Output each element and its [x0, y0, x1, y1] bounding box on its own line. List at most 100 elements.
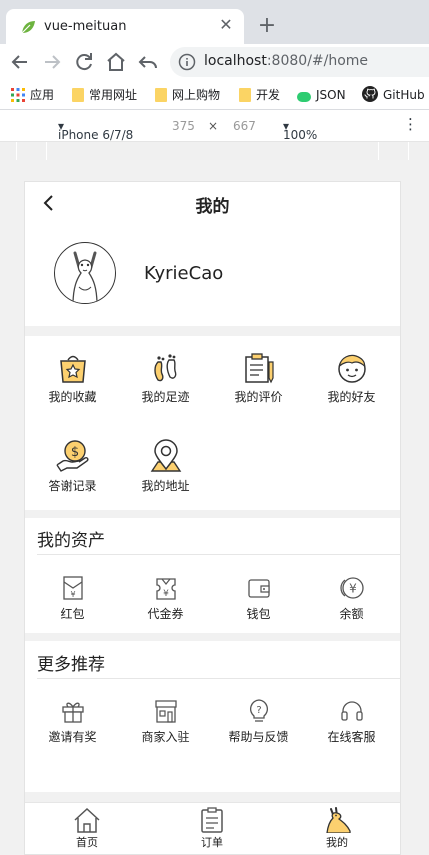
zoom-select[interactable]: 100% ▾: [283, 119, 317, 142]
folder-icon: [155, 88, 167, 102]
bookmark-label: 网上购物: [172, 88, 221, 102]
section-separator: [25, 633, 400, 641]
bookmark-folder-shopping[interactable]: 网上购物: [155, 86, 220, 104]
page-title: 我的: [195, 197, 230, 217]
shortcut-label: 我的好友: [327, 390, 376, 404]
leaf-favicon-icon: [21, 21, 35, 34]
location-pin-icon: [150, 439, 181, 472]
info-icon[interactable]: [178, 53, 196, 71]
bookmark-json[interactable]: JSON: [297, 86, 346, 104]
balance-coin-icon: ¥: [339, 577, 364, 599]
shop-icon: [154, 700, 177, 723]
section-separator: [25, 792, 400, 802]
shortcut-footprints[interactable]: 我的足迹: [119, 352, 212, 405]
close-tab-icon[interactable]: ✕: [216, 15, 236, 35]
device-name: iPhone 6/7/8: [58, 128, 134, 142]
more-options-icon[interactable]: ⋮: [403, 115, 418, 133]
assets-section-title: 我的资产: [37, 531, 105, 551]
asset-label: 代金券: [147, 607, 184, 621]
help-bulb-icon: ?: [249, 699, 268, 722]
headset-icon: [340, 701, 363, 721]
address-bar[interactable]: localhost:8080/#/home: [170, 47, 429, 77]
height-input[interactable]: 667: [233, 119, 256, 133]
footprints-icon: [153, 354, 176, 382]
asset-label: 红包: [60, 607, 85, 621]
undo-icon[interactable]: [136, 50, 160, 74]
asset-balance[interactable]: ¥ 余额: [305, 575, 398, 622]
bookmark-label: 开发: [256, 88, 281, 102]
url-path: :8080/#/home: [266, 53, 369, 69]
friend-face-icon: [337, 354, 366, 383]
bookmark-folder-common[interactable]: 常用网址: [72, 86, 137, 104]
bookmark-github[interactable]: GitHub: [362, 86, 425, 104]
page-header: 我的: [25, 182, 400, 226]
username: KyrieCao: [144, 263, 224, 284]
zoom-value: 100%: [283, 128, 318, 142]
tab-home[interactable]: 首页: [57, 807, 117, 850]
asset-red-envelope[interactable]: ¥ 红包: [26, 575, 119, 622]
tab-label: 首页: [76, 836, 98, 849]
profile-section[interactable]: KyrieCao: [25, 226, 400, 326]
avatar[interactable]: [54, 242, 116, 304]
shortcut-label: 我的收藏: [48, 390, 97, 404]
svg-text:¥: ¥: [349, 582, 357, 596]
bookmark-apps[interactable]: 应用: [11, 86, 54, 104]
shortcut-address[interactable]: 我的地址: [119, 439, 212, 494]
mobile-page: 我的 KyrieCao 我的收藏 我的足迹 我的评价 我的好友 $ 答谢记录 我…: [24, 181, 401, 855]
red-envelope-icon: ¥: [62, 576, 83, 600]
asset-label: 余额: [339, 607, 364, 621]
voucher-icon: ¥: [155, 578, 176, 600]
shortcut-reviews[interactable]: 我的评价: [212, 352, 305, 405]
browser-tabstrip: vue-meituan ✕ +: [0, 0, 429, 44]
svg-text:¥: ¥: [70, 590, 75, 599]
bookmark-label: 应用: [30, 88, 55, 102]
browser-tab[interactable]: vue-meituan ✕: [6, 9, 244, 44]
asset-wallet[interactable]: 钱包: [212, 575, 305, 622]
tab-label: 订单: [201, 836, 223, 849]
tab-mine[interactable]: 我的: [307, 807, 367, 850]
bookmarks-bar: 应用 常用网址 网上购物 开发 JSON GitHub: [0, 80, 429, 110]
forward-arrow-icon[interactable]: [40, 50, 64, 74]
shortcut-label: 我的足迹: [141, 390, 190, 404]
review-clipboard-icon: [244, 353, 274, 384]
back-arrow-icon[interactable]: [8, 50, 32, 74]
device-select[interactable]: iPhone 6/7/8 ▾: [58, 119, 133, 142]
favorite-bag-icon: [59, 355, 86, 383]
shortcut-favorites[interactable]: 我的收藏: [26, 352, 119, 405]
svg-text:¥: ¥: [163, 589, 169, 599]
shortcut-label: 我的地址: [141, 479, 190, 493]
folder-icon: [239, 88, 251, 102]
bottom-tab-bar: 首页 订单 我的: [25, 802, 400, 854]
svg-text:?: ?: [256, 705, 261, 716]
device-toolbar: iPhone 6/7/8 ▾ 375 × 667 100% ▾ ⋮: [0, 110, 429, 142]
width-input[interactable]: 375: [172, 119, 195, 133]
more-merchant[interactable]: 商家入驻: [119, 698, 212, 745]
tab-orders[interactable]: 订单: [182, 807, 242, 850]
more-support[interactable]: 在线客服: [305, 698, 398, 745]
new-tab-icon[interactable]: +: [256, 15, 278, 37]
more-invite[interactable]: 邀请有奖: [26, 698, 119, 745]
url-host: localhost: [204, 53, 267, 69]
reload-icon[interactable]: [72, 50, 96, 74]
shortcut-friends[interactable]: 我的好友: [305, 352, 398, 405]
kangaroo-icon: [326, 807, 351, 833]
bookmark-folder-dev[interactable]: 开发: [239, 86, 280, 104]
asset-label: 钱包: [246, 607, 271, 621]
svg-text:$: $: [70, 445, 78, 460]
url-text[interactable]: localhost:8080/#/home: [204, 53, 368, 69]
github-icon: [362, 86, 378, 102]
browser-toolbar: localhost:8080/#/home: [0, 44, 429, 80]
json-icon: [297, 92, 311, 102]
thanks-coin-hand-icon: $: [55, 440, 89, 472]
home-page-icon[interactable]: [104, 50, 128, 74]
shortcut-label: 我的评价: [234, 390, 283, 404]
more-label: 帮助与反馈: [228, 730, 289, 744]
shortcut-thanks[interactable]: $ 答谢记录: [26, 439, 119, 494]
asset-voucher[interactable]: ¥ 代金券: [119, 575, 212, 622]
order-icon: [201, 807, 223, 833]
bookmark-label: JSON: [316, 88, 346, 102]
more-label: 邀请有奖: [48, 730, 97, 744]
divider: [37, 678, 400, 679]
more-help[interactable]: ? 帮助与反馈: [212, 698, 305, 745]
kangaroo-avatar-icon: [72, 251, 98, 303]
